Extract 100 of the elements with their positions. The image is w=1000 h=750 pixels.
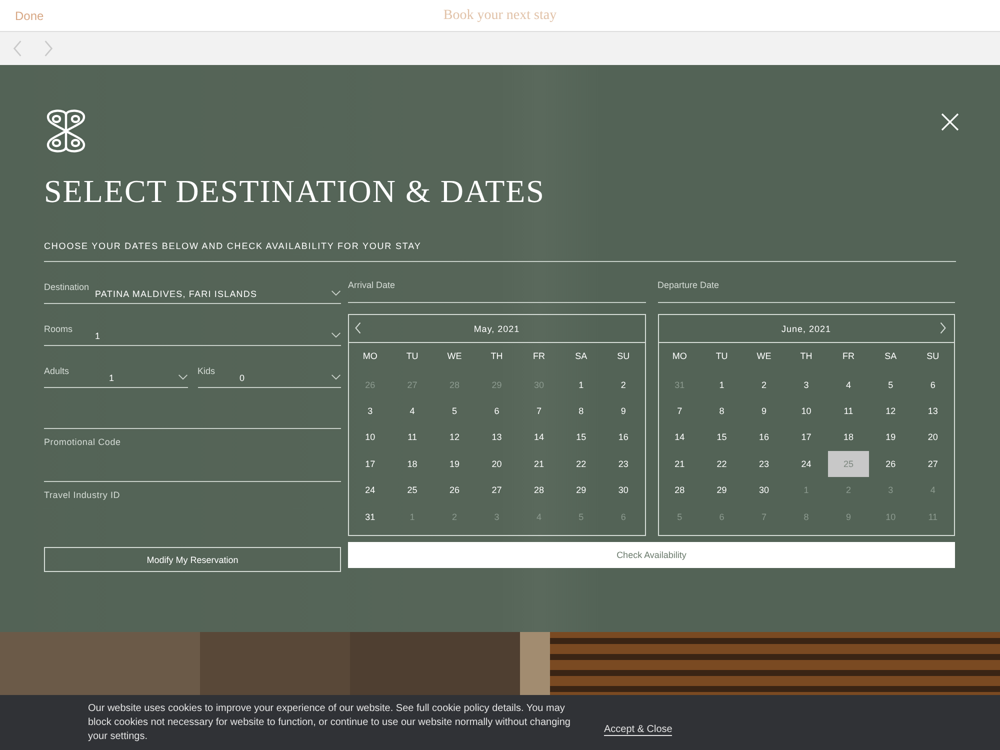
field-label: Adults: [44, 366, 70, 376]
calendar-day[interactable]: 28: [518, 476, 560, 504]
calendar-day[interactable]: 17: [350, 450, 390, 477]
weekday-label: TU: [714, 350, 729, 363]
previous-month-icon[interactable]: [355, 322, 361, 334]
logo-icon: [44, 109, 88, 153]
calendar-day[interactable]: 3: [786, 371, 826, 398]
field-value: 1: [95, 330, 102, 341]
field-value: 0: [240, 372, 246, 383]
calendar-day[interactable]: 10: [350, 424, 390, 451]
field-label: Travel Industry ID: [44, 490, 122, 500]
weekday-label: WE: [756, 350, 772, 363]
weekday-label: FR: [532, 350, 546, 363]
calendar-day[interactable]: 20: [912, 424, 953, 451]
chevron-down-icon: [331, 332, 341, 338]
select-field[interactable]: Destination PATINA MALDIVES, FARI ISLANDS: [44, 282, 341, 304]
calendar-day[interactable]: 11: [828, 398, 869, 424]
month-title: May, 2021: [474, 324, 520, 334]
calendar-day[interactable]: 7: [518, 398, 560, 424]
calendar-day[interactable]: 6: [476, 398, 517, 424]
weekday-label: TU: [405, 350, 420, 363]
calendar-day[interactable]: 22: [702, 450, 742, 477]
calendar-day[interactable]: 20: [476, 450, 517, 477]
calendar-day[interactable]: 16: [744, 424, 784, 451]
weekday-label: SU: [616, 350, 631, 363]
calendar-day[interactable]: 29: [561, 476, 602, 504]
modal-title: SELECT DESTINATION & DATES: [44, 172, 546, 211]
calendar-day[interactable]: 24: [786, 450, 826, 477]
page-title: Book your next stay: [443, 8, 557, 24]
date-field[interactable]: Arrival Date: [348, 280, 646, 303]
calendar-day[interactable]: 21: [660, 450, 700, 477]
calendar-day[interactable]: 19: [434, 450, 475, 477]
calendar-day[interactable]: 13: [912, 398, 953, 424]
calendar-day[interactable]: 14: [518, 424, 560, 451]
select-field[interactable]: Rooms 1: [44, 324, 341, 346]
calendar-day[interactable]: 2: [603, 371, 644, 398]
calendar-day[interactable]: 15: [702, 424, 742, 451]
chevron-down-icon: [331, 374, 341, 380]
calendar-day[interactable]: 11: [392, 424, 432, 451]
calendar-day[interactable]: 2: [744, 371, 784, 398]
field-label: Departure Date: [658, 280, 720, 290]
date-field[interactable]: Departure Date: [658, 280, 955, 303]
calendar-day[interactable]: 18: [392, 450, 432, 477]
field-value: 1: [109, 372, 116, 383]
select-field[interactable]: Adults 1: [44, 366, 188, 388]
weekday-label: MO: [362, 350, 378, 363]
calendar-day[interactable]: 8: [561, 398, 602, 424]
calendar-day[interactable]: 12: [434, 424, 475, 451]
calendar-day[interactable]: 28: [660, 476, 700, 504]
select-field[interactable]: Kids 0: [198, 366, 341, 388]
calendar-day[interactable]: 4: [828, 371, 869, 398]
calendar-day[interactable]: 17: [786, 424, 826, 451]
next-month-icon[interactable]: [940, 322, 946, 334]
calendar-day[interactable]: 26: [870, 450, 911, 477]
calendar-day[interactable]: 12: [870, 398, 911, 424]
calendar-day[interactable]: 27: [476, 476, 517, 504]
modify-button[interactable]: Modify My Reservation: [44, 547, 341, 572]
field-label: Arrival Date: [348, 280, 396, 290]
calendar-day[interactable]: 21: [518, 450, 560, 477]
calendar-day[interactable]: 31: [350, 503, 390, 530]
calendar-day[interactable]: 5: [434, 398, 475, 424]
calendar-day[interactable]: 5: [870, 371, 911, 398]
calendar-day[interactable]: 1: [561, 371, 602, 398]
calendar-day[interactable]: 13: [476, 424, 517, 451]
calendar-day[interactable]: 3: [350, 398, 390, 424]
check-availability-button[interactable]: Check Availability: [348, 542, 955, 568]
calendar-day[interactable]: 19: [870, 424, 911, 451]
calendar-day[interactable]: 16: [603, 424, 644, 451]
field-label: Destination: [44, 282, 90, 292]
calendar-day[interactable]: 10: [786, 398, 826, 424]
calendar-day[interactable]: 22: [561, 450, 602, 477]
weekday-label: FR: [841, 350, 856, 363]
field-label: Kids: [198, 366, 216, 376]
calendar-day[interactable]: 14: [660, 424, 700, 451]
calendar-day[interactable]: 30: [744, 476, 784, 504]
cookie-notice: Our website uses cookies to improve your experience of our website. See full cookie policy details. You may block cookies not necessary for website to function, or continue to use our website normally without changing your settings.: [88, 702, 572, 744]
calendar-day[interactable]: 23: [603, 450, 644, 477]
calendar-day[interactable]: 15: [561, 424, 602, 451]
calendar-day[interactable]: 30: [603, 476, 644, 504]
instructions-text: CHOOSE YOUR DATES BELOW AND CHECK AVAILABILITY FOR YOUR STAY: [44, 241, 956, 262]
calendar-day[interactable]: 29: [702, 476, 742, 504]
field-label: Rooms: [44, 324, 74, 334]
calendar-day[interactable]: 1: [702, 371, 742, 398]
month-title: June, 2021: [781, 324, 832, 334]
calendar-day[interactable]: 25: [392, 476, 432, 504]
calendar-day[interactable]: 8: [702, 398, 742, 424]
weekday-label: MO: [671, 350, 688, 363]
calendar-day[interactable]: 9: [603, 398, 644, 424]
field-value: PATINA MALDIVES, FARI ISLANDS: [95, 288, 258, 299]
close-icon[interactable]: [941, 113, 959, 131]
calendar-day[interactable]: 27: [912, 450, 953, 477]
calendar-day[interactable]: 9: [744, 398, 784, 424]
calendar-day[interactable]: 24: [350, 476, 390, 504]
accept-link[interactable]: Accept & Close: [604, 724, 672, 736]
calendar-day[interactable]: 7: [660, 398, 700, 424]
calendar-day[interactable]: 26: [434, 476, 475, 504]
calendar-day[interactable]: 4: [392, 398, 432, 424]
calendar-day[interactable]: 6: [912, 371, 953, 398]
calendar-day[interactable]: 23: [744, 450, 784, 477]
calendar-day[interactable]: 18: [828, 424, 869, 451]
